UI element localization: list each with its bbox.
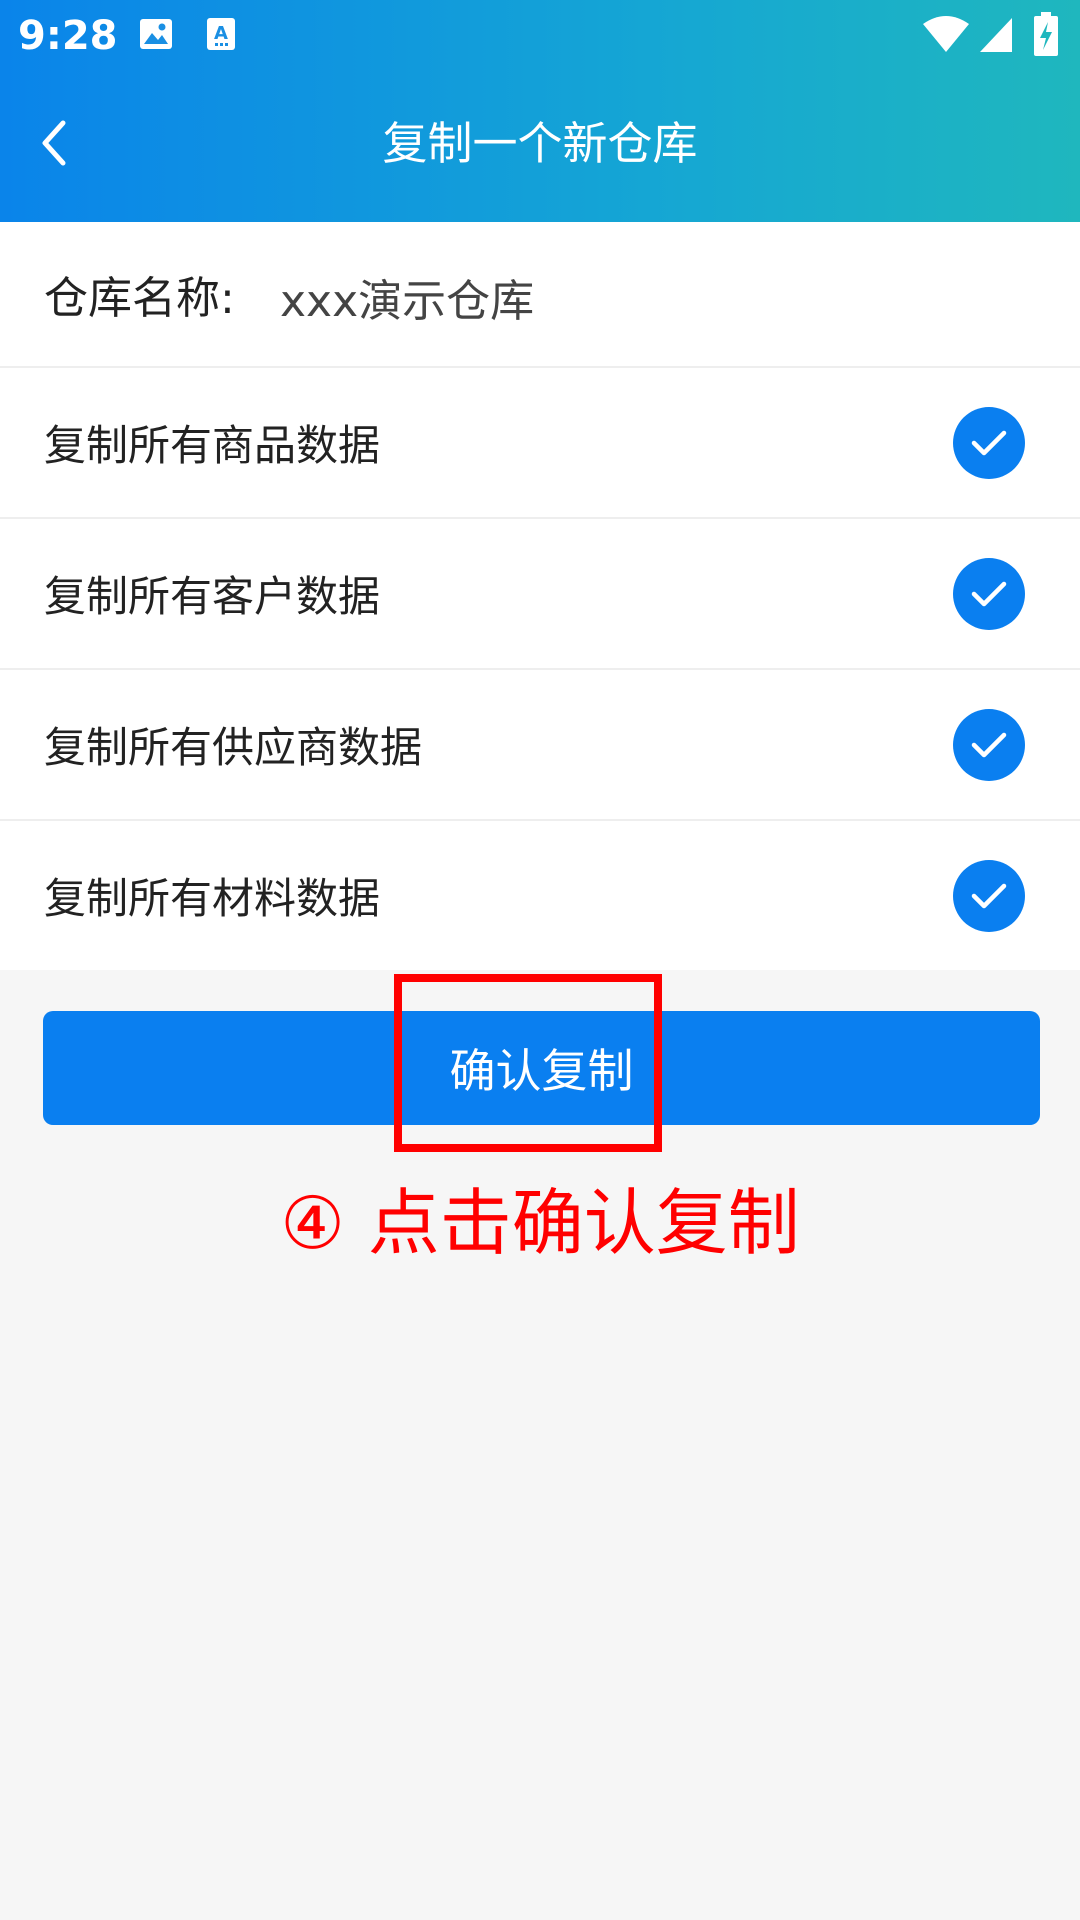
warehouse-name-input[interactable] [280, 262, 980, 332]
checkbox-materials[interactable] [953, 859, 1025, 932]
checkbox-suppliers[interactable] [953, 708, 1025, 781]
page-title: 复制一个新仓库 [382, 117, 698, 170]
tutorial-annotation: ④ 点击确认复制 [280, 1181, 800, 1265]
option-label-materials: 复制所有材料数据 [44, 874, 381, 923]
option-row-materials[interactable]: 复制所有材料数据 [0, 821, 1080, 970]
status-time: 9:28 [18, 13, 118, 59]
checkbox-products[interactable] [953, 406, 1025, 479]
confirm-copy-button[interactable]: 确认复制 [43, 1011, 1040, 1125]
navigation-bar: 复制一个新仓库 [0, 72, 1080, 222]
checkmark-icon [971, 430, 1007, 455]
checkbox-customers[interactable] [953, 557, 1025, 630]
image-icon [138, 16, 174, 56]
option-row-customers[interactable]: 复制所有客户数据 [0, 519, 1080, 670]
option-label-customers: 复制所有客户数据 [44, 572, 381, 621]
app-header: 9:28 A 复制一个新仓库 [0, 0, 1080, 222]
text-recognition-icon: A [206, 16, 238, 56]
warehouse-name-row: 仓库名称: [0, 222, 1080, 368]
option-row-suppliers[interactable]: 复制所有供应商数据 [0, 670, 1080, 821]
option-label-suppliers: 复制所有供应商数据 [44, 723, 423, 772]
wifi-icon [922, 14, 970, 58]
warehouse-name-label: 仓库名称: [44, 273, 235, 324]
cellular-signal-icon [978, 14, 1014, 58]
checkmark-icon [971, 732, 1007, 757]
checkmark-icon [971, 883, 1007, 908]
option-label-products: 复制所有商品数据 [44, 421, 381, 470]
checkmark-icon [971, 581, 1007, 606]
status-bar: 9:28 A [0, 0, 1080, 72]
svg-text:A: A [214, 23, 228, 44]
battery-charging-icon [1034, 12, 1058, 60]
copy-options-list: 仓库名称: 复制所有商品数据 复制所有客户数据 复制所有供应商数据 复制所有材料… [0, 222, 1080, 970]
option-row-products[interactable]: 复制所有商品数据 [0, 368, 1080, 519]
